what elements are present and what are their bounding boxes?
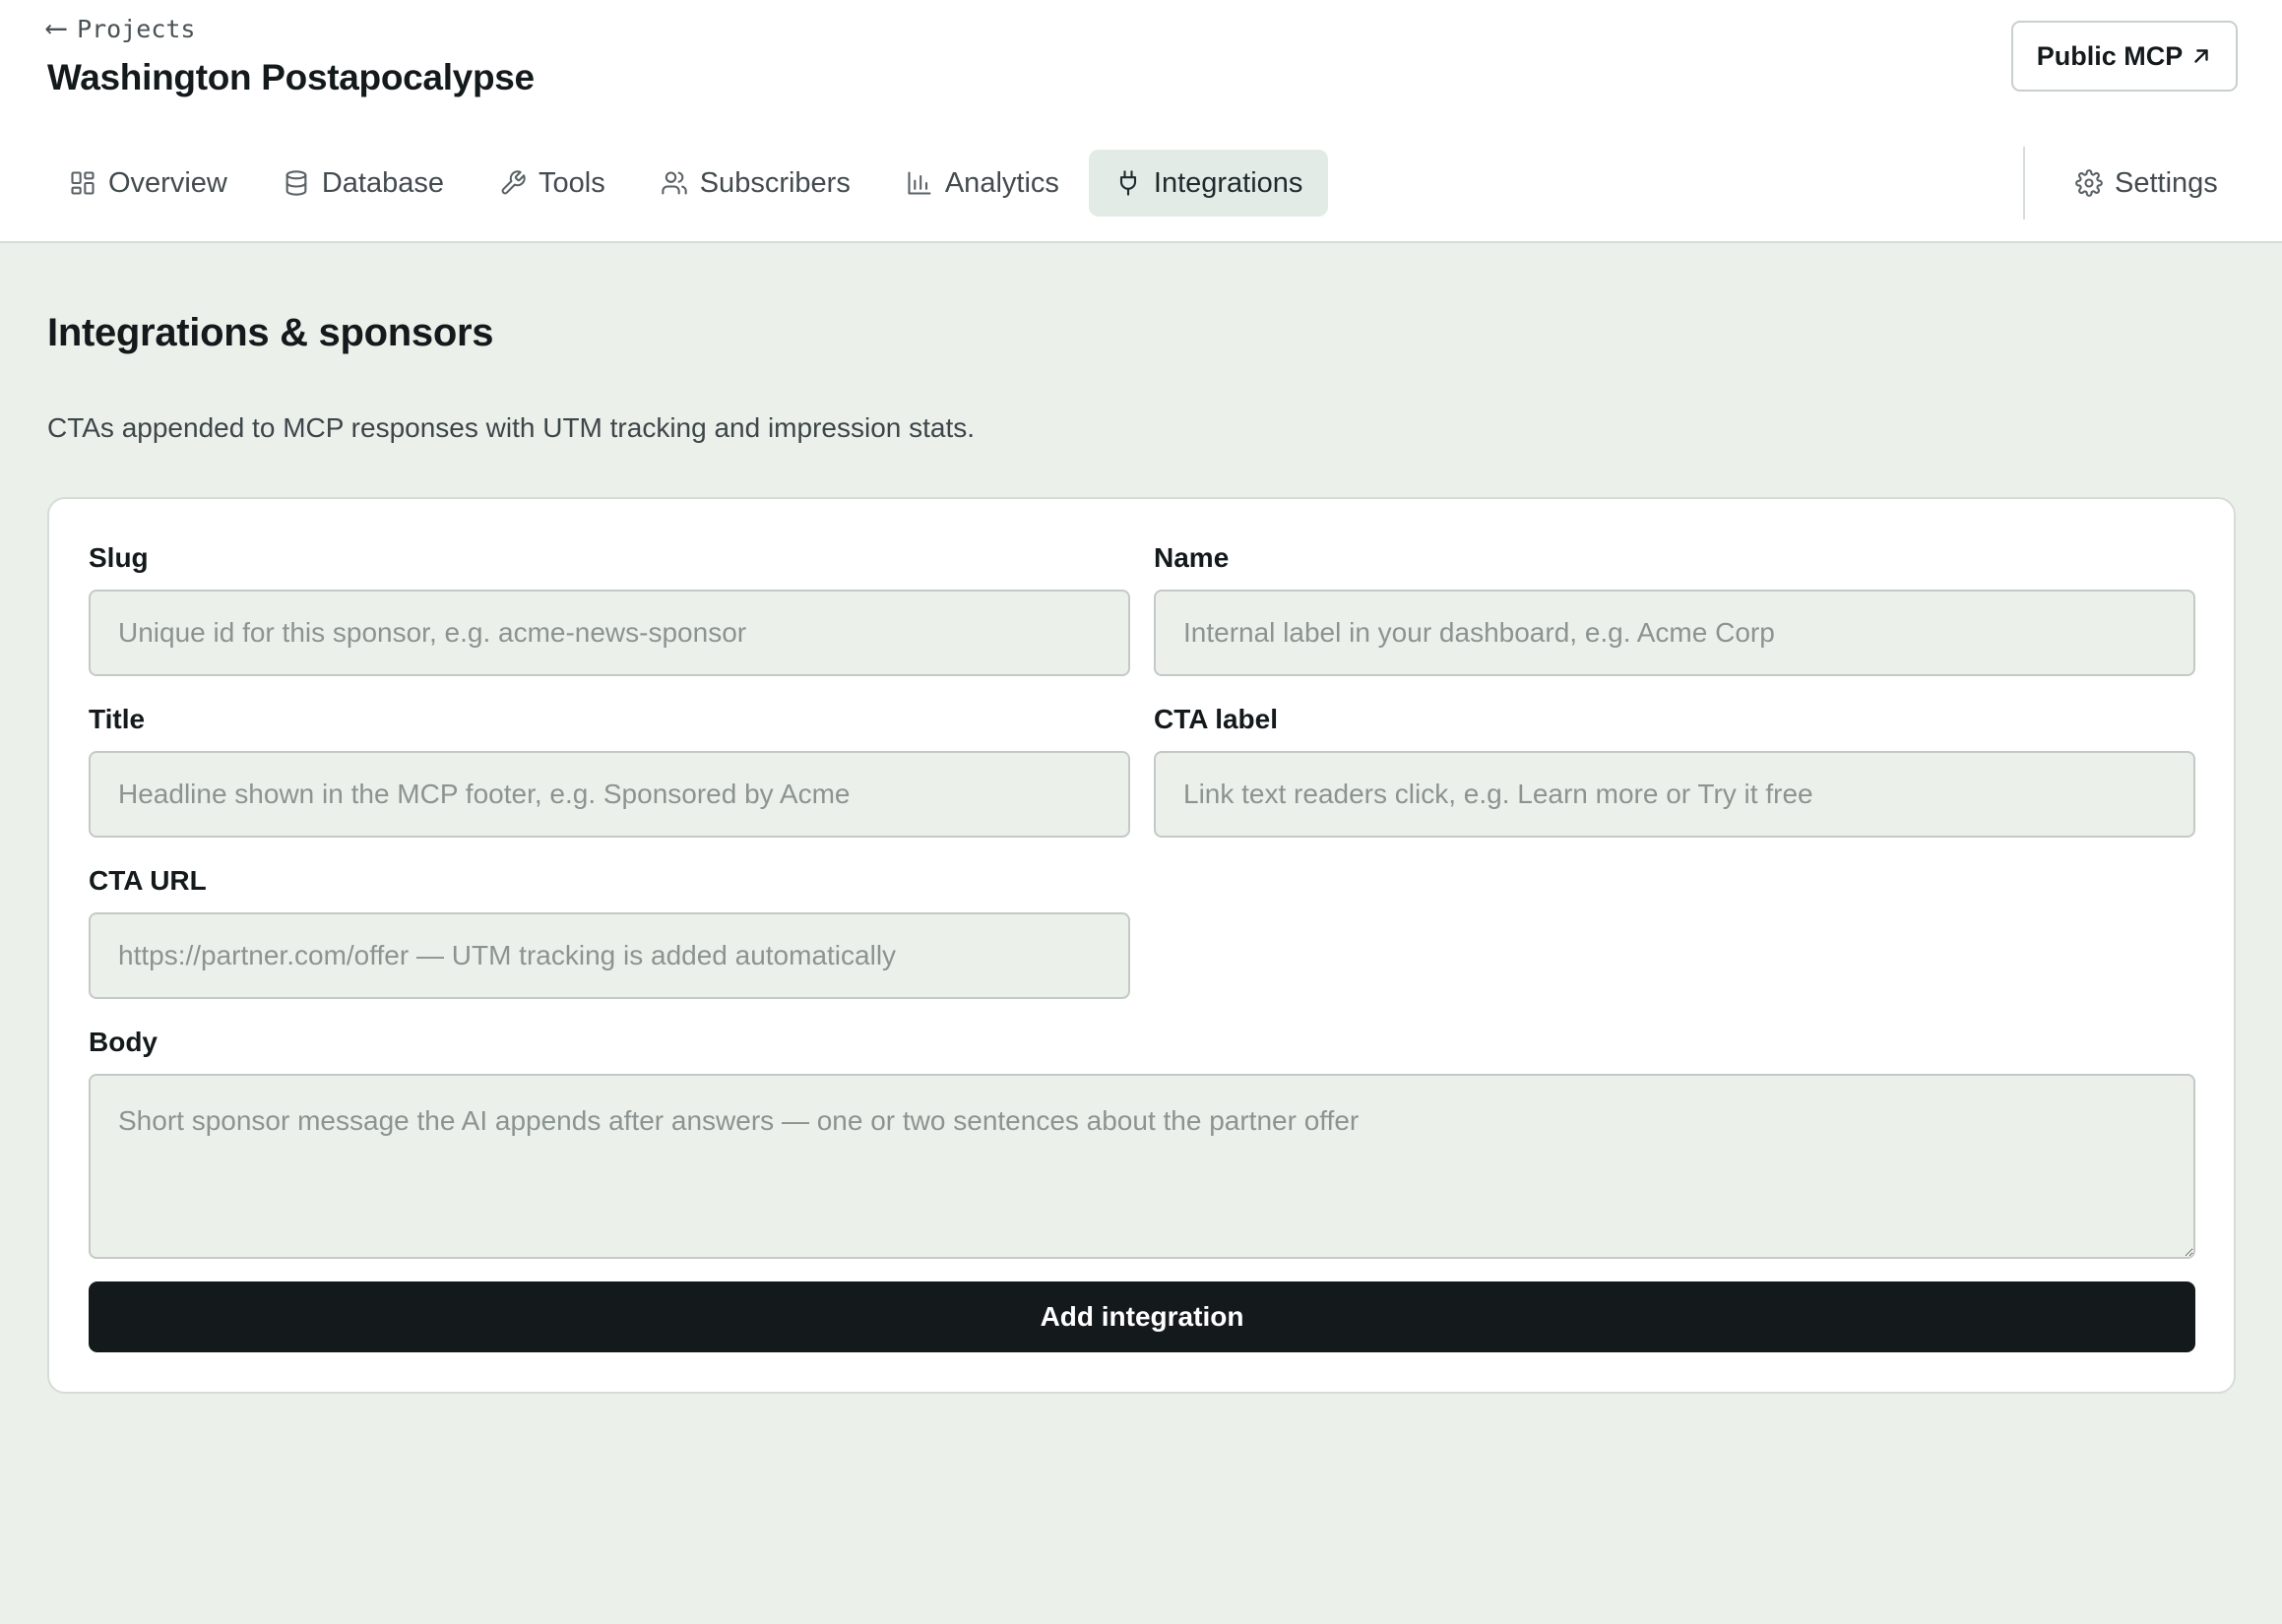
slug-label: Slug: [89, 542, 149, 573]
users-icon: [662, 171, 687, 195]
tab-label: Tools: [539, 166, 605, 199]
tab-overview[interactable]: Overview: [43, 150, 253, 217]
tab-tools[interactable]: Tools: [474, 150, 631, 217]
arrow-left-icon: ⟵: [47, 11, 66, 45]
title-label: Title: [89, 704, 146, 734]
name-label: Name: [1154, 542, 1230, 573]
back-link-label: Projects: [77, 14, 196, 43]
cta-url-input[interactable]: [89, 912, 1130, 999]
integration-form-card: Slug Name Title CTA label CTA URL Body A…: [47, 497, 2236, 1394]
gear-icon: [2075, 169, 2103, 197]
plug-icon: [1119, 170, 1136, 196]
public-mcp-button[interactable]: Public MCP: [2011, 21, 2238, 92]
page-description: CTAs appended to MCP responses with UTM …: [47, 412, 976, 443]
tab-label: Settings: [2115, 166, 2218, 199]
title-input[interactable]: [89, 751, 1130, 838]
tab-label: Database: [321, 166, 445, 199]
project-title: Washington Postapocalypse: [47, 57, 535, 97]
tab-label: Analytics: [944, 166, 1059, 199]
tab-label: Integrations: [1153, 166, 1303, 199]
add-integration-button[interactable]: Add integration: [89, 1281, 2195, 1352]
body-label: Body: [89, 1027, 158, 1057]
tab-subscribers[interactable]: Subscribers: [635, 150, 876, 217]
tab-integrations[interactable]: Integrations: [1088, 150, 1329, 217]
tab-settings[interactable]: Settings: [2050, 150, 2244, 217]
cta-label-label: CTA label: [1154, 704, 1279, 734]
nav-divider: [2023, 147, 2025, 219]
project-tabs: Overview Database Tools Subscribers Anal…: [43, 150, 1332, 217]
tab-database[interactable]: Database: [257, 150, 470, 217]
arrow-up-right-icon: [2194, 49, 2208, 63]
public-mcp-label: Public MCP: [2036, 40, 2184, 71]
wrench-icon: [501, 170, 526, 195]
top-header: ⟵ Projects Washington Postapocalypse Pub…: [0, 0, 2282, 243]
tab-analytics[interactable]: Analytics: [880, 150, 1085, 217]
page-title: Integrations & sponsors: [47, 311, 494, 354]
body-textarea[interactable]: [89, 1074, 2195, 1259]
grid-icon: [71, 171, 95, 195]
bar-chart-icon: [908, 171, 931, 195]
slug-input[interactable]: [89, 590, 1130, 676]
database-icon: [285, 170, 307, 196]
back-to-projects-link[interactable]: ⟵ Projects: [47, 14, 195, 43]
tab-label: Subscribers: [699, 166, 851, 199]
cta-url-label: CTA URL: [89, 865, 207, 896]
cta-label-input[interactable]: [1154, 751, 2195, 838]
tab-label: Overview: [108, 166, 227, 199]
name-input[interactable]: [1154, 590, 2195, 676]
